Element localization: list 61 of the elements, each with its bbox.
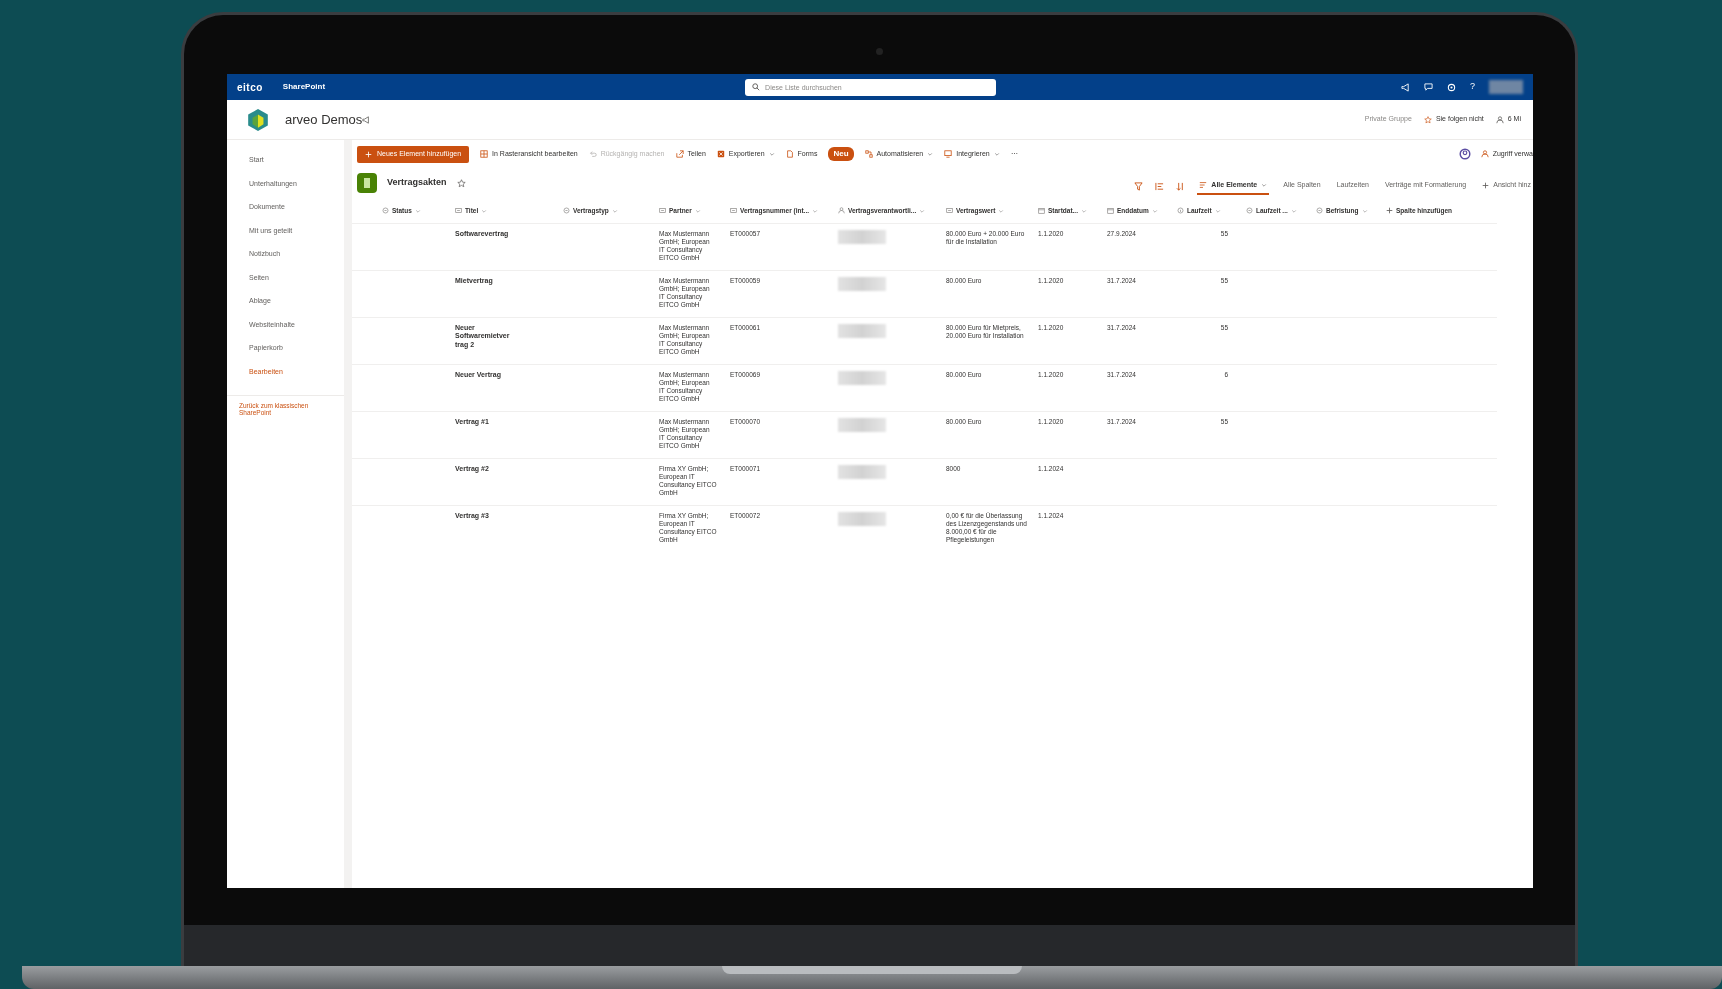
new-badge: Neu: [828, 147, 854, 161]
toolbar-icon: [588, 150, 597, 158]
toolbar-icon: [480, 150, 489, 158]
toolbar-icon: [675, 150, 684, 158]
toolbar-icon: [864, 150, 873, 158]
view-icon: [1199, 181, 1208, 189]
choice-column-icon: [1246, 207, 1253, 215]
caret-icon: [919, 207, 926, 214]
caret-icon: [1261, 182, 1268, 188]
toolbar-icon: [785, 150, 794, 158]
caret-icon: [414, 207, 421, 214]
caret-icon: [993, 151, 1000, 157]
brand-logo[interactable]: eitco: [237, 79, 263, 95]
choice-column-icon: [382, 207, 389, 215]
caret-icon: [611, 207, 618, 214]
caret-icon: [694, 207, 701, 214]
list-icon: [357, 173, 377, 193]
text-column-icon: [659, 207, 666, 215]
caret-icon: [812, 207, 818, 214]
date-column-icon: [1038, 207, 1045, 215]
caret-icon: [1081, 207, 1087, 214]
site-logo: [247, 107, 269, 132]
text-column-icon: [730, 207, 737, 215]
caret-icon: [481, 207, 488, 214]
speaker-icon: [362, 115, 371, 124]
date-column-icon: [1107, 207, 1114, 215]
toolbar-icon: [944, 150, 953, 158]
text-column-icon: [455, 207, 462, 215]
caret-icon: [927, 151, 934, 157]
text-column-icon: [946, 207, 953, 215]
choice-column-icon: [1316, 207, 1323, 215]
person-column-icon: [838, 207, 845, 215]
caret-icon: [1290, 207, 1297, 214]
camera-dot: [876, 48, 883, 55]
account-circle-icon: [1458, 148, 1471, 160]
person-icon: [1480, 150, 1489, 158]
site-title[interactable]: arveo Demos: [285, 109, 363, 130]
app-name[interactable]: SharePoint: [282, 81, 326, 93]
caret-icon: [998, 207, 1005, 214]
chat-icon: [1424, 82, 1433, 92]
search-icon: [752, 83, 761, 91]
settings-icon: [1447, 82, 1456, 92]
blurred-avatar[interactable]: [1489, 80, 1523, 94]
star-icon: [1423, 115, 1432, 124]
list-title: Vertragsakten: [387, 176, 447, 190]
number-column-icon: [1177, 207, 1184, 215]
sort-icon: [1176, 181, 1186, 191]
caret-icon: [1151, 207, 1158, 214]
caret-icon: [1214, 207, 1221, 214]
plus-icon: [1482, 181, 1490, 189]
megaphone-icon: [1401, 82, 1410, 92]
caret-icon: [768, 151, 775, 157]
plus-icon: [365, 150, 372, 158]
person-icon: [1495, 115, 1504, 124]
choice-column-icon: [563, 207, 570, 215]
filter-icon: [1134, 181, 1144, 191]
caret-icon: [1361, 207, 1368, 214]
toolbar-icon: [716, 150, 725, 158]
help-button[interactable]: ?: [1470, 80, 1475, 94]
group-icon: [1155, 181, 1165, 191]
plus-icon: [1386, 207, 1393, 215]
